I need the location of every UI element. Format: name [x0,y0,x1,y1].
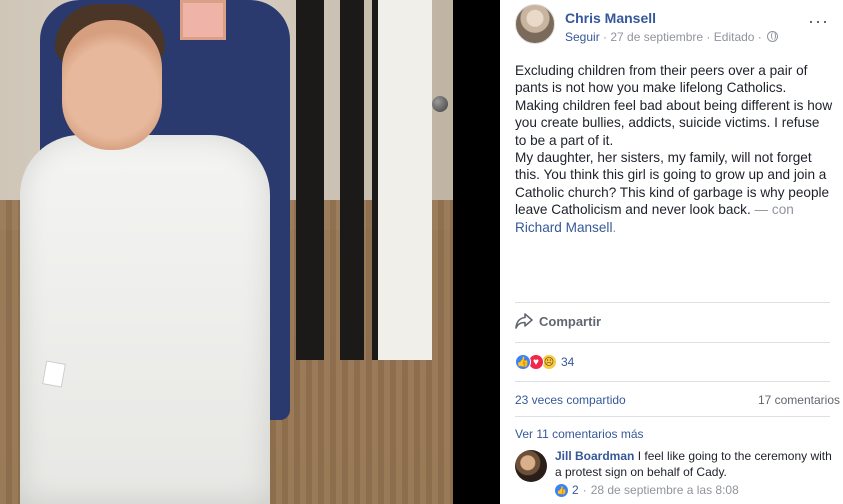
meta-separator: · [754,30,766,44]
post-date[interactable]: 27 de septiembre [610,30,703,44]
view-more-comments-link[interactable]: Ver 11 comentarios más [515,427,644,441]
photo-price-tag [42,360,66,388]
reactions-summary[interactable]: 👍 ♥ ☹ 34 [515,354,574,370]
author-name[interactable]: Chris Mansell [565,10,656,26]
post-paragraph: My daughter, her sisters, my family, wil… [515,149,833,236]
divider [515,416,830,417]
post-side-panel: Chris Mansell Seguir · 27 de septiembre … [500,0,843,504]
comment-timestamp[interactable]: 28 de septiembre a las 8:08 [591,483,739,497]
divider [515,302,830,303]
post-photo[interactable] [0,0,453,504]
comment-like-icon: 👍 [555,483,568,497]
commenter-name[interactable]: Jill Boardman [555,449,634,463]
meta-separator: · [703,30,714,44]
divider [515,342,830,343]
edited-label[interactable]: Editado [714,30,755,44]
comment-like-count[interactable]: 2 [572,483,579,497]
photo-door [340,0,364,360]
meta-separator: · [599,30,611,44]
photo-child-face [62,20,162,150]
photo-door-knob [432,96,448,112]
like-reaction-icon: 👍 [515,354,531,370]
tagged-suffix: . [612,219,617,235]
with-label: — con [754,202,794,218]
more-options-icon[interactable]: ··· [808,12,829,30]
share-icon [515,313,533,329]
comment-count[interactable]: 17 comentarios [758,393,840,407]
post-header: Chris Mansell Seguir · 27 de septiembre … [515,4,835,44]
post-stats: 23 veces compartido 17 comentarios [515,393,840,407]
author-avatar[interactable] [515,4,555,44]
reaction-count[interactable]: 34 [561,355,574,369]
share-button[interactable]: Compartir [515,313,601,329]
divider [515,381,830,382]
comment-body: Jill Boardman I feel like going to the c… [555,448,835,480]
share-count[interactable]: 23 veces compartido [515,393,626,407]
post-paragraph: Excluding children from their peers over… [515,63,833,148]
post-meta: Seguir · 27 de septiembre · Editado · [565,30,779,44]
photo-phone [180,0,226,40]
follow-link[interactable]: Seguir [565,30,600,44]
photo-white-suit [20,135,270,504]
share-label: Compartir [539,313,602,329]
meta-separator: · [582,483,587,497]
post-text: Excluding children from their peers over… [515,62,833,236]
photo-divider [453,0,500,504]
commenter-avatar[interactable] [515,450,547,482]
photo-door [296,0,324,360]
comment-footer: 👍 2 · 28 de septiembre a las 8:08 [555,483,739,497]
tagged-person-link[interactable]: Richard Mansell [515,220,612,235]
photo-door [372,0,432,360]
globe-icon [767,31,779,42]
